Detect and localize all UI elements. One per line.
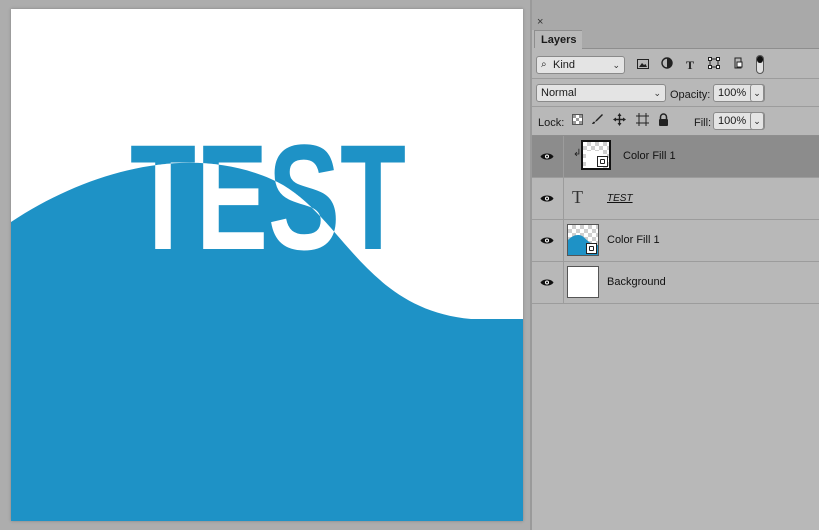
- visibility-toggle[interactable]: [532, 136, 564, 177]
- filter-toggle[interactable]: [756, 55, 764, 74]
- layer-thumbnail[interactable]: [567, 266, 599, 298]
- chevron-down-icon: ⌄: [753, 116, 761, 126]
- type-filter-icon[interactable]: T: [682, 57, 698, 73]
- filter-toggle-knob: [757, 56, 763, 63]
- chevron-down-icon: ⌄: [653, 88, 661, 98]
- layer-row-background[interactable]: Background: [532, 262, 819, 304]
- layer-thumbnail[interactable]: [567, 224, 599, 256]
- opacity-label: Opacity:: [670, 89, 711, 101]
- layer-name[interactable]: Color Fill 1: [623, 150, 676, 163]
- eye-icon: [540, 279, 554, 286]
- chevron-down-icon: ⌄: [612, 60, 620, 70]
- lock-transparent-pixels-icon[interactable]: [569, 113, 585, 129]
- visibility-toggle[interactable]: [532, 220, 564, 261]
- filter-kind-select[interactable]: ⌕ Kind ⌄: [536, 56, 625, 74]
- eye-icon: [540, 237, 554, 244]
- layers-panel: × Layers ⌕ Kind ⌄ T Normal ⌄ Opacity: 10…: [532, 0, 819, 530]
- layer-name[interactable]: TEST: [607, 192, 633, 205]
- layer-row-color-fill-clipped[interactable]: ↲ Color Fill 1: [532, 136, 819, 178]
- lock-artboard-icon[interactable]: [634, 113, 650, 129]
- blend-mode-select[interactable]: Normal ⌄: [536, 84, 666, 102]
- document-canvas[interactable]: TEST TEST: [11, 9, 523, 521]
- fill-layer-badge-icon: [586, 243, 597, 254]
- blend-row: Normal ⌄ Opacity: 100% ⌄: [532, 79, 819, 107]
- fill-label: Fill:: [694, 117, 712, 129]
- layer-thumbnail[interactable]: [581, 140, 611, 170]
- lock-position-icon[interactable]: [611, 113, 627, 129]
- opacity-dropdown[interactable]: ⌄: [750, 84, 764, 102]
- image-filter-icon[interactable]: [635, 57, 651, 73]
- chevron-down-icon: ⌄: [753, 88, 761, 98]
- tab-layers[interactable]: Layers: [534, 30, 584, 48]
- eye-icon: [540, 153, 554, 160]
- adjustment-filter-icon[interactable]: [659, 57, 675, 73]
- blend-mode-value: Normal: [541, 87, 577, 99]
- smart-object-filter-icon[interactable]: [730, 57, 746, 73]
- visibility-toggle[interactable]: [532, 178, 564, 219]
- lock-all-icon[interactable]: [655, 113, 671, 129]
- filter-row: ⌕ Kind ⌄ T: [532, 52, 819, 79]
- eye-icon: [540, 195, 554, 202]
- tab-strip: [582, 30, 819, 49]
- layer-name[interactable]: Color Fill 1: [607, 234, 660, 247]
- visibility-toggle[interactable]: [532, 262, 564, 303]
- type-layer-icon: T: [572, 187, 583, 207]
- lock-image-pixels-icon[interactable]: [589, 113, 605, 129]
- canvas-artwork: TEST TEST: [11, 9, 523, 521]
- layer-row-color-fill[interactable]: Color Fill 1: [532, 220, 819, 262]
- search-icon: ⌕: [541, 59, 547, 70]
- layer-list: ↲ Color Fill 1 T TEST Color Fill 1 Backg…: [532, 136, 819, 304]
- lock-label: Lock:: [538, 117, 565, 129]
- layer-row-type-test[interactable]: T TEST: [532, 178, 819, 220]
- panel-header: ×: [532, 0, 819, 30]
- close-panel-icon[interactable]: ×: [537, 17, 543, 28]
- fill-layer-badge-icon: [597, 156, 608, 167]
- fill-dropdown[interactable]: ⌄: [750, 112, 764, 130]
- shape-filter-icon[interactable]: [706, 57, 722, 73]
- document-area: TEST TEST: [0, 0, 530, 530]
- layer-name[interactable]: Background: [607, 276, 666, 289]
